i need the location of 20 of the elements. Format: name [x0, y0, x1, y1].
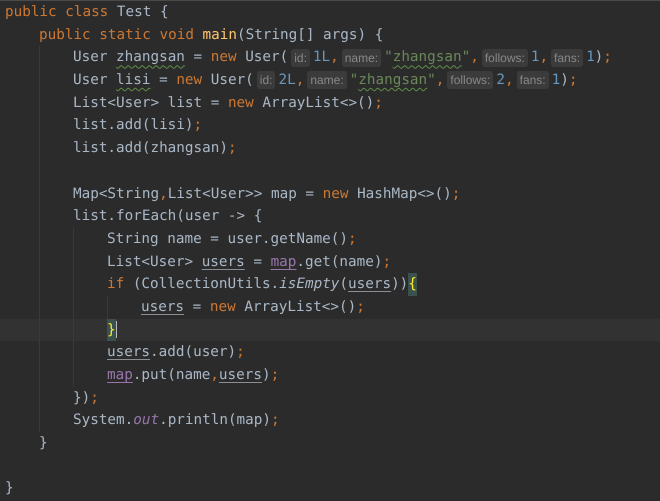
code-line: List<User> users = map.get(name);	[107, 252, 392, 272]
code-line: if (CollectionUtils.isEmpty(users)){	[107, 273, 417, 296]
code-line: map.put(name,users);	[107, 366, 280, 385]
code-line: }	[5, 479, 14, 498]
code-line: Map<String,List<User>> map = new HashMap<>();	[73, 184, 460, 204]
code-line: list.forEach(user -> {	[73, 207, 262, 226]
code-line: public class Test {	[5, 3, 169, 22]
code-line: System.out.println(map);	[73, 411, 280, 430]
code-line: list.add(lisi);	[73, 116, 202, 136]
code-line: users = new ArrayList<>();	[141, 298, 365, 317]
code-editor[interactable]	[0, 0, 660, 501]
code-line: public static void main(String[] args) {	[39, 26, 384, 45]
code-line: List<User> list = new ArrayList<>();	[73, 94, 383, 113]
code-line: User zhangsan = new User( id: 1L, name: "zhangsan", follows: 1, fans: 1);	[73, 48, 612, 69]
code-line: }	[39, 434, 48, 454]
code-line: User lisi = new User( id: 2L, name: "zhangsan", follows: 2, fans: 1);	[73, 70, 578, 92]
code-line: list.add(zhangsan);	[73, 139, 237, 158]
code-line: String name = user.getName();	[107, 230, 357, 249]
code-line: });	[73, 388, 99, 408]
code-line: users.add(user);	[107, 343, 245, 362]
